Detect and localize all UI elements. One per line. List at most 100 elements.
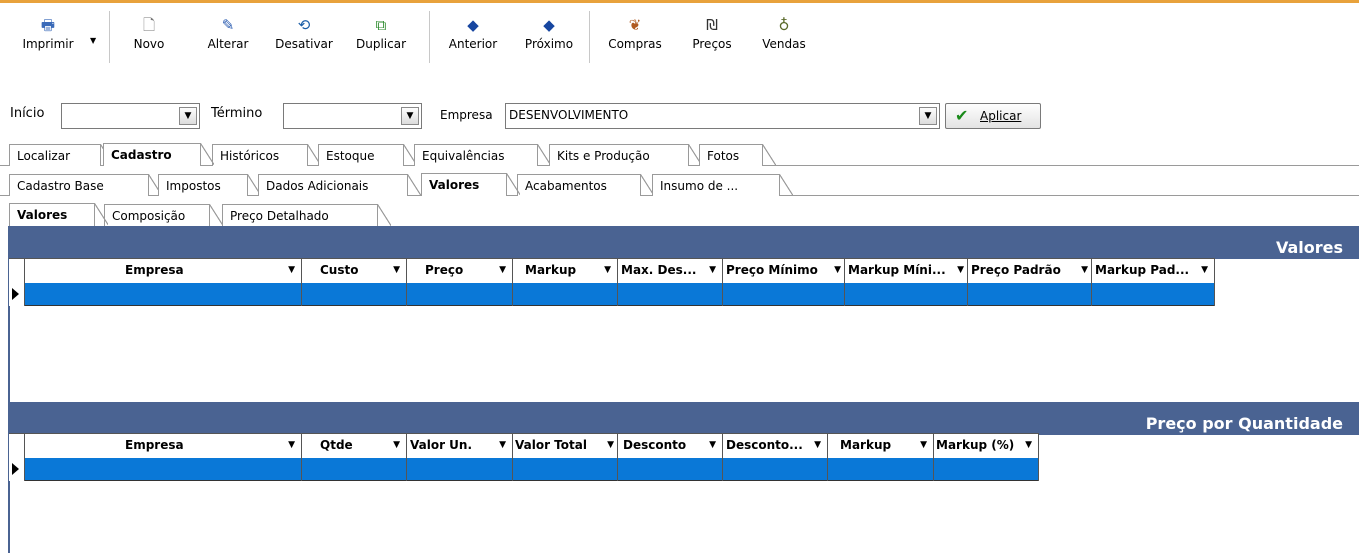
cell-valor-unitario[interactable] — [407, 458, 513, 481]
column-filter-icon[interactable]: ▼ — [1025, 440, 1032, 450]
cell-preco-minimo[interactable] — [723, 283, 845, 306]
cell-preco-padrao[interactable] — [968, 283, 1092, 306]
cell-preco[interactable] — [407, 283, 513, 306]
column-header-markup-pct[interactable]: Markup (%) ▼ — [934, 434, 1039, 458]
column-header-empresa[interactable]: Empresa ▼ — [25, 259, 302, 283]
tab-estoque[interactable]: Estoque — [318, 144, 417, 166]
column-filter-icon[interactable]: ▼ — [499, 265, 506, 275]
tab-dados-adicionais[interactable]: Dados Adicionais — [258, 174, 421, 196]
new-button[interactable]: 🗋 Novo — [124, 3, 174, 63]
toolbar: 🖶 Imprimir ▼ 🗋 Novo ✎ Alterar ⟲ Desativa… — [0, 3, 1359, 63]
column-filter-icon[interactable]: ▼ — [393, 440, 400, 450]
tab-composicao[interactable]: Composição — [104, 204, 223, 226]
print-dropdown-icon[interactable]: ▼ — [90, 36, 96, 45]
column-filter-icon[interactable]: ▼ — [957, 265, 964, 275]
column-filter-icon[interactable]: ▼ — [709, 440, 716, 450]
previous-button[interactable]: ◆ Anterior — [436, 3, 510, 63]
column-filter-icon[interactable]: ▼ — [604, 265, 611, 275]
column-filter-icon[interactable]: ▼ — [499, 440, 506, 450]
tab-cadastro[interactable]: Cadastro — [103, 143, 214, 166]
tab-preco-detalhado[interactable]: Preço Detalhado — [222, 204, 391, 226]
apply-button[interactable]: ✔ Aplicar — [945, 103, 1041, 129]
tab-historicos[interactable]: Históricos — [212, 144, 321, 166]
end-date-label: Término — [211, 106, 263, 121]
column-filter-icon[interactable]: ▼ — [1081, 265, 1088, 275]
column-header-desconto-pct[interactable]: Desconto... ▼ — [723, 434, 828, 458]
column-header-qtde[interactable]: Qtde ▼ — [302, 434, 407, 458]
current-row-arrow-icon — [12, 288, 19, 300]
chevron-down-icon[interactable]: ▼ — [401, 107, 419, 125]
edit-button[interactable]: ✎ Alterar — [198, 3, 258, 63]
chevron-down-icon[interactable]: ▼ — [919, 107, 937, 125]
tab-insumo[interactable]: Insumo de ... — [652, 174, 793, 196]
column-header-desconto[interactable]: Desconto ▼ — [618, 434, 723, 458]
deactivate-button[interactable]: ⟲ Desativar — [266, 3, 342, 63]
prices-button[interactable]: ₪ Preços — [682, 3, 742, 63]
sales-button[interactable]: ♁ Vendas — [752, 3, 816, 63]
column-header-custo[interactable]: Custo ▼ — [302, 259, 407, 283]
column-filter-icon[interactable]: ▼ — [607, 440, 614, 450]
row-indicator[interactable] — [9, 458, 25, 481]
column-filter-icon[interactable]: ▼ — [288, 440, 295, 450]
cell-custo[interactable] — [302, 283, 407, 306]
tab-localizar[interactable]: Localizar — [9, 144, 114, 166]
cell-qtde[interactable] — [302, 458, 407, 481]
tab-cadastro-base[interactable]: Cadastro Base — [9, 174, 162, 196]
cell-empresa[interactable] — [25, 458, 302, 481]
table-row[interactable] — [9, 283, 1215, 306]
end-date-combo[interactable]: ▼ — [283, 103, 422, 129]
column-header-valor-unitario[interactable]: Valor Un. ▼ — [407, 434, 513, 458]
tab-fotos[interactable]: Fotos — [699, 144, 776, 166]
row-indicator[interactable] — [9, 283, 25, 306]
column-header-markup[interactable]: Markup ▼ — [513, 259, 618, 283]
column-filter-icon[interactable]: ▼ — [814, 440, 821, 450]
column-filter-icon[interactable]: ▼ — [834, 265, 841, 275]
column-header-markup-minimo[interactable]: Markup Míni... ▼ — [845, 259, 968, 283]
tab-impostos[interactable]: Impostos — [158, 174, 261, 196]
tab-acabamentos[interactable]: Acabamentos — [517, 174, 654, 196]
column-filter-icon[interactable]: ▼ — [288, 265, 295, 275]
cell-empresa[interactable] — [25, 283, 302, 306]
cell-desconto-pct[interactable] — [723, 458, 828, 481]
column-header-preco[interactable]: Preço ▼ — [407, 259, 513, 283]
chevron-down-icon[interactable]: ▼ — [179, 107, 197, 125]
tab-valores-inner[interactable]: Valores — [9, 203, 108, 226]
print-button[interactable]: 🖶 Imprimir — [6, 3, 90, 63]
column-filter-icon[interactable]: ▼ — [1201, 265, 1208, 275]
cell-markup[interactable] — [828, 458, 934, 481]
column-header-markup-padrao[interactable]: Markup Pad... ▼ — [1092, 259, 1215, 283]
cadastro-subtabs: Cadastro Base Impostos Dados Adicionais … — [0, 172, 1359, 196]
column-header-preco-minimo[interactable]: Preço Mínimo ▼ — [723, 259, 845, 283]
printer-icon: 🖶 — [40, 16, 56, 34]
tab-valores[interactable]: Valores — [421, 173, 520, 196]
table-row[interactable] — [9, 458, 1039, 481]
column-header-empresa[interactable]: Empresa ▼ — [25, 434, 302, 458]
next-button[interactable]: ◆ Próximo — [514, 3, 584, 63]
cell-markup-padrao[interactable] — [1092, 283, 1215, 306]
company-value: DESENVOLVIMENTO — [509, 108, 629, 122]
column-header-preco-padrao[interactable]: Preço Padrão ▼ — [968, 259, 1092, 283]
cell-markup[interactable] — [513, 283, 618, 306]
cell-markup-pct[interactable] — [934, 458, 1039, 481]
column-header-valor-total[interactable]: Valor Total ▼ — [513, 434, 618, 458]
column-filter-icon[interactable]: ▼ — [709, 265, 716, 275]
duplicate-button[interactable]: ⧉ Duplicar — [341, 3, 421, 63]
column-header-max-desconto[interactable]: Max. Des... ▼ — [618, 259, 723, 283]
column-header-markup[interactable]: Markup ▼ — [828, 434, 934, 458]
column-filter-icon[interactable]: ▼ — [393, 265, 400, 275]
column-filter-icon[interactable]: ▼ — [920, 440, 927, 450]
cell-valor-total[interactable] — [513, 458, 618, 481]
tab-kits-producao[interactable]: Kits e Produção — [549, 144, 702, 166]
cell-max-desconto[interactable] — [618, 283, 723, 306]
row-indicator-header — [9, 259, 25, 283]
cell-markup-minimo[interactable] — [845, 283, 968, 306]
cell-desconto[interactable] — [618, 458, 723, 481]
tab-equivalencias[interactable]: Equivalências — [414, 144, 551, 166]
quantity-grid-header: Empresa ▼ Qtde ▼ Valor Un. ▼ Valor Total ▼ D… — [9, 433, 1039, 458]
company-combo[interactable]: DESENVOLVIMENTO ▼ — [505, 103, 940, 129]
purchases-button[interactable]: ❦ Compras — [596, 3, 674, 63]
toolbar-separator — [109, 11, 110, 63]
main-tabs: Localizar Cadastro Históricos Estoque Eq… — [0, 142, 1359, 166]
start-date-combo[interactable]: ▼ — [61, 103, 200, 129]
valores-grid-header: Empresa ▼ Custo ▼ Preço ▼ Markup ▼ Max. Des.… — [9, 258, 1215, 283]
